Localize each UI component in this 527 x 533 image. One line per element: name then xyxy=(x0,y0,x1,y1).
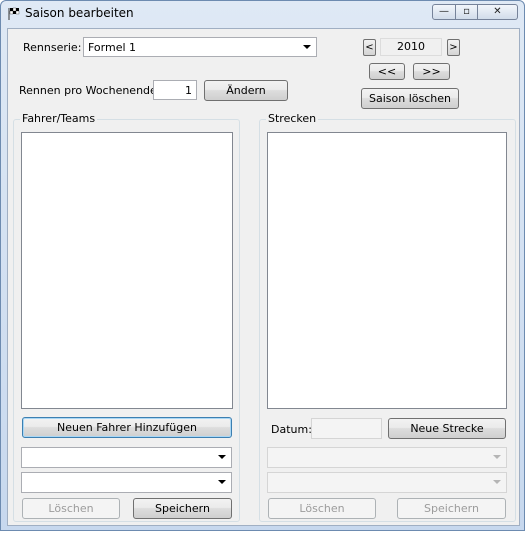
track-delete-button[interactable]: Löschen xyxy=(268,498,376,519)
driver-delete-button[interactable]: Löschen xyxy=(22,498,120,519)
track-combo-1[interactable] xyxy=(267,447,507,468)
minimize-button[interactable]: — xyxy=(432,4,456,20)
chevron-down-icon xyxy=(218,455,226,459)
driver-combo-2[interactable] xyxy=(21,472,232,493)
series-selected-value: Formel 1 xyxy=(88,41,137,54)
chevron-down-icon xyxy=(493,455,501,459)
races-per-weekend-input[interactable]: 1 xyxy=(153,80,197,100)
drivers-group-title: Fahrer/Teams xyxy=(20,112,98,125)
close-button[interactable]: ✕ xyxy=(478,4,518,20)
chevron-down-icon xyxy=(218,480,226,484)
year-jump-back-button[interactable]: << xyxy=(369,63,405,80)
drivers-group: Fahrer/Teams Neuen Fahrer Hinzufügen Lös… xyxy=(13,112,240,522)
window-controls: — ▫ ✕ xyxy=(432,4,518,22)
checkered-flag-icon xyxy=(7,7,21,24)
change-button[interactable]: Ändern xyxy=(204,80,288,101)
year-jump-forward-button[interactable]: >> xyxy=(413,63,450,80)
tracks-group-title: Strecken xyxy=(266,112,319,125)
window-title: Saison bearbeiten xyxy=(25,6,134,20)
new-track-button[interactable]: Neue Strecke xyxy=(388,418,506,439)
chevron-down-icon xyxy=(493,480,501,484)
year-value: 2010 xyxy=(397,40,425,53)
track-save-button[interactable]: Speichern xyxy=(397,498,506,519)
tracks-listbox[interactable] xyxy=(267,132,507,409)
client-area: Rennserie: Formel 1 < 2010 > << >> Saiso… xyxy=(7,28,520,526)
date-label: Datum: xyxy=(271,423,312,436)
driver-save-button[interactable]: Speichern xyxy=(133,498,232,519)
chevron-down-icon xyxy=(303,45,311,49)
delete-season-button[interactable]: Saison löschen xyxy=(361,88,459,109)
dialog-window: Saison bearbeiten — ▫ ✕ Rennserie: Forme… xyxy=(0,0,525,531)
maximize-button[interactable]: ▫ xyxy=(456,4,478,20)
track-combo-2[interactable] xyxy=(267,472,507,493)
driver-combo-1[interactable] xyxy=(21,447,232,468)
title-bar[interactable]: Saison bearbeiten — ▫ ✕ xyxy=(1,1,524,27)
year-display: 2010 xyxy=(380,38,442,56)
date-input[interactable] xyxy=(311,418,382,439)
series-dropdown[interactable]: Formel 1 xyxy=(83,37,317,57)
races-per-weekend-label: Rennen pro Wochenende: xyxy=(19,84,161,97)
tracks-group: Strecken Datum: Neue Strecke Löschen Spe… xyxy=(259,112,516,522)
series-label: Rennserie: xyxy=(23,41,82,54)
year-next-button[interactable]: > xyxy=(447,39,460,56)
drivers-listbox[interactable] xyxy=(21,132,233,409)
races-per-weekend-value: 1 xyxy=(185,84,192,97)
year-prev-button[interactable]: < xyxy=(363,39,376,56)
add-driver-button[interactable]: Neuen Fahrer Hinzufügen xyxy=(22,417,232,438)
